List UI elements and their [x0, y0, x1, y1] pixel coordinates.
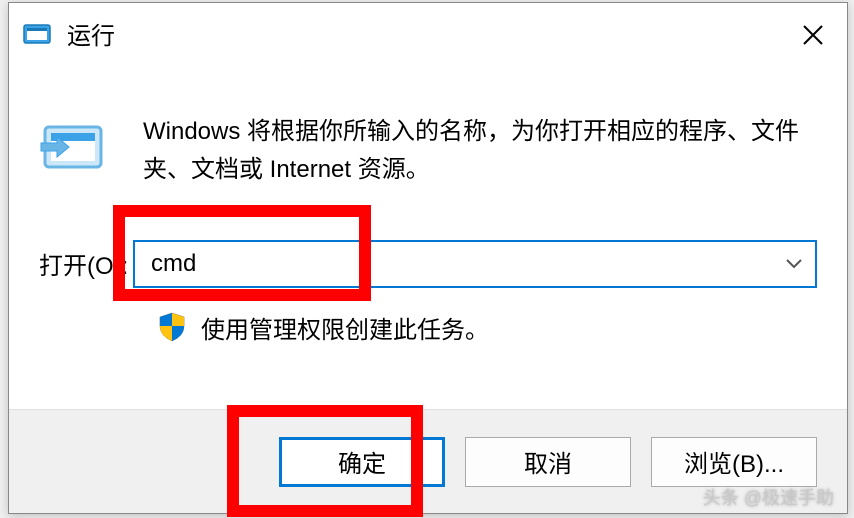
dialog-description: Windows 将根据你所输入的名称，为你打开相应的程序、文件夹、文档或 Int…: [143, 113, 817, 190]
close-button[interactable]: [795, 17, 831, 53]
titlebar: 运行: [9, 3, 847, 63]
admin-note-row: 使用管理权限创建此任务。: [157, 310, 817, 345]
command-input[interactable]: [133, 240, 817, 288]
open-label: 打开(O):: [39, 246, 133, 281]
shield-icon: [157, 312, 187, 342]
dialog-content: Windows 将根据你所输入的名称，为你打开相应的程序、文件夹、文档或 Int…: [9, 63, 847, 345]
command-combobox[interactable]: [133, 240, 817, 288]
watermark-text: 头条 @极速手助: [703, 484, 834, 510]
cancel-button[interactable]: 取消: [465, 437, 631, 487]
dialog-title: 运行: [67, 16, 115, 51]
ok-button[interactable]: 确定: [279, 437, 445, 487]
description-row: Windows 将根据你所输入的名称，为你打开相应的程序、文件夹、文档或 Int…: [39, 113, 817, 190]
input-row: 打开(O):: [39, 240, 817, 288]
run-dialog: 运行 Windows 将根据你所输入的名称，为你打开相应的程序、文件夹、文档或 …: [8, 2, 848, 514]
run-icon: [23, 21, 53, 45]
admin-note-text: 使用管理权限创建此任务。: [201, 310, 489, 345]
browse-button[interactable]: 浏览(B)...: [651, 437, 817, 487]
run-icon-large: [39, 113, 109, 175]
